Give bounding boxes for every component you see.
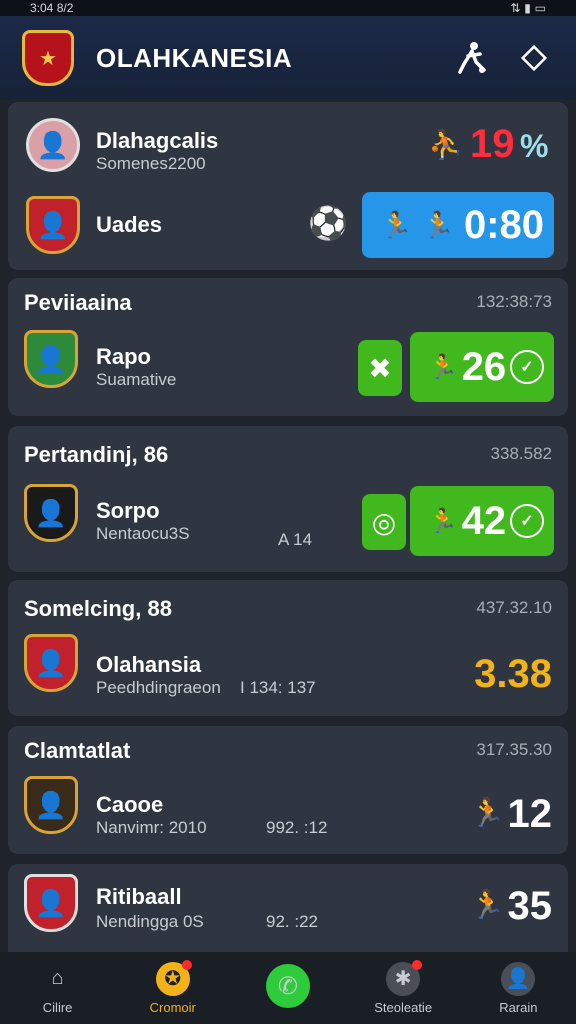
team-subtitle: Somenes2200 [96, 154, 206, 173]
league-name: Peviiaaina [24, 290, 132, 315]
team-avatar: 👤 [24, 484, 78, 542]
match-card[interactable]: Pertandinj, 86 338.582 👤 Sorpo Nentaocu3… [8, 426, 568, 572]
extra-info: 992. :12 [266, 818, 328, 837]
nav-item-call[interactable]: ✆ [233, 964, 343, 1012]
match-time: 132:38:73 [476, 292, 552, 311]
score: 26 [461, 344, 507, 389]
score: 19 [470, 122, 515, 166]
team-name: Dlahagcalis [96, 128, 219, 153]
nav-label: Steoleatie [374, 999, 433, 1015]
runner-icon: 🏃 [421, 209, 455, 240]
match-time: 437.32.10 [476, 598, 552, 617]
check-icon: ✓ [509, 350, 544, 384]
match-card[interactable]: Clamtatlat 317.35.30 👤 Caooe Nanvimr: 20… [8, 726, 568, 854]
runner-icon: 🏃 [470, 889, 505, 920]
match-card[interactable]: Somelcing, 88 437.32.10 👤 Olahansia Peed… [8, 580, 568, 716]
nav-label: Cilire [42, 999, 73, 1015]
extra-info: I 134: 137 [240, 678, 316, 697]
runner-icon: 🏃 [470, 797, 505, 828]
percent-sign: % [520, 128, 549, 164]
score-box[interactable]: 🏃 42 ✓ [410, 486, 554, 556]
profile-icon: 👤 [501, 961, 536, 996]
whistle-icon: ✪ [155, 959, 192, 996]
team-subtitle: Nentaocu3S [96, 524, 190, 543]
extra-info: 92. :22 [266, 912, 318, 931]
team-name: Uades [96, 212, 163, 237]
notification-badge [181, 959, 192, 970]
runner-icon: 🏃 [428, 507, 458, 535]
score: 42 [461, 498, 507, 543]
nav-item-settings[interactable]: ✱ Steoleatie [348, 959, 458, 1015]
runner-icon: 🏃 [428, 353, 458, 381]
team-subtitle: Nendingga 0S [96, 912, 204, 931]
team-name: Rapo [96, 344, 151, 369]
team-subtitle: Nanvimr: 2010 [96, 818, 207, 837]
settings-icon: ✱ [386, 959, 423, 996]
app-title: OLAHKANESIA [96, 42, 293, 73]
timer-icon[interactable]: ◎ [362, 494, 406, 550]
player-icon[interactable] [452, 38, 492, 78]
home-icon: ⌂ [51, 967, 64, 989]
team-name: Olahansia [96, 652, 202, 677]
extra-info: A 14 [278, 530, 313, 549]
phone-icon: ✆ [265, 964, 310, 1008]
runner-icon: 🏃 [380, 209, 413, 240]
status-time: 3:04 8/2 [30, 1, 74, 15]
score: 3.38 [474, 652, 552, 696]
team-subtitle: Suamative [96, 370, 177, 389]
diamond-icon[interactable] [514, 38, 554, 78]
nav-label: Cromoir [149, 999, 196, 1015]
league-name: Pertandinj, 86 [24, 442, 169, 467]
check-icon: ✓ [509, 504, 544, 538]
nav-item-cromoir[interactable]: ✪ Cromoir [118, 959, 228, 1015]
app-header: ★ OLAHKANESIA [0, 16, 576, 100]
player-icon: ⛹ [428, 129, 463, 160]
tools-icon[interactable]: ✖ [358, 340, 402, 396]
team-avatar: 👤 [26, 196, 80, 254]
match-card[interactable]: Peviiaaina 132:38:73 👤 Rapo Suamative ✖ … [8, 278, 568, 416]
nav-item-profile[interactable]: 👤 Rarain [463, 961, 573, 1015]
team-avatar: 👤 [26, 118, 80, 172]
team-subtitle: Peedhdingraeon [96, 678, 221, 697]
score: 35 [507, 884, 553, 928]
status-bar: 3:04 8/2 ⇅ ▮ ▭ [0, 0, 576, 16]
league-name: Somelcing, 88 [24, 596, 172, 621]
team-name: Ritibaall [96, 884, 182, 909]
score: 0:80 [463, 202, 544, 247]
league-name: Clamtatlat [24, 738, 131, 763]
status-icons: ⇅ ▮ ▭ [510, 1, 546, 15]
score-box[interactable]: 🏃 26 ✓ [410, 332, 554, 402]
team-avatar: 👤 [24, 634, 78, 692]
team-avatar: 👤 [24, 874, 78, 932]
nav-item-home[interactable]: ⌂ Cilire [3, 962, 113, 1015]
team-name: Caooe [96, 792, 164, 817]
notification-badge [412, 959, 423, 970]
match-time: 338.582 [490, 444, 552, 463]
match-card[interactable]: 👤 Ritibaall Nendingga 0S 92. :22 🏃 35 [8, 864, 568, 952]
player-kick-icon: ⚽ [308, 205, 348, 241]
match-card[interactable]: 👤 Dlahagcalis Somenes2200 ⛹ 19 % 👤 Uades… [8, 102, 568, 270]
club-logo[interactable]: ★ [22, 30, 74, 86]
team-avatar: 👤 [24, 776, 78, 834]
nav-label: Rarain [499, 999, 538, 1015]
score: 12 [507, 792, 553, 836]
team-name: Sorpo [96, 498, 160, 523]
team-avatar: 👤 [24, 330, 78, 388]
bottom-nav: ⌂ Cilire ✪ Cromoir ✆ ✱ Steoleatie 👤 Rara… [0, 952, 576, 1024]
live-score-box[interactable]: 🏃 🏃 0:80 [362, 192, 554, 258]
match-time: 317.35.30 [476, 740, 552, 759]
